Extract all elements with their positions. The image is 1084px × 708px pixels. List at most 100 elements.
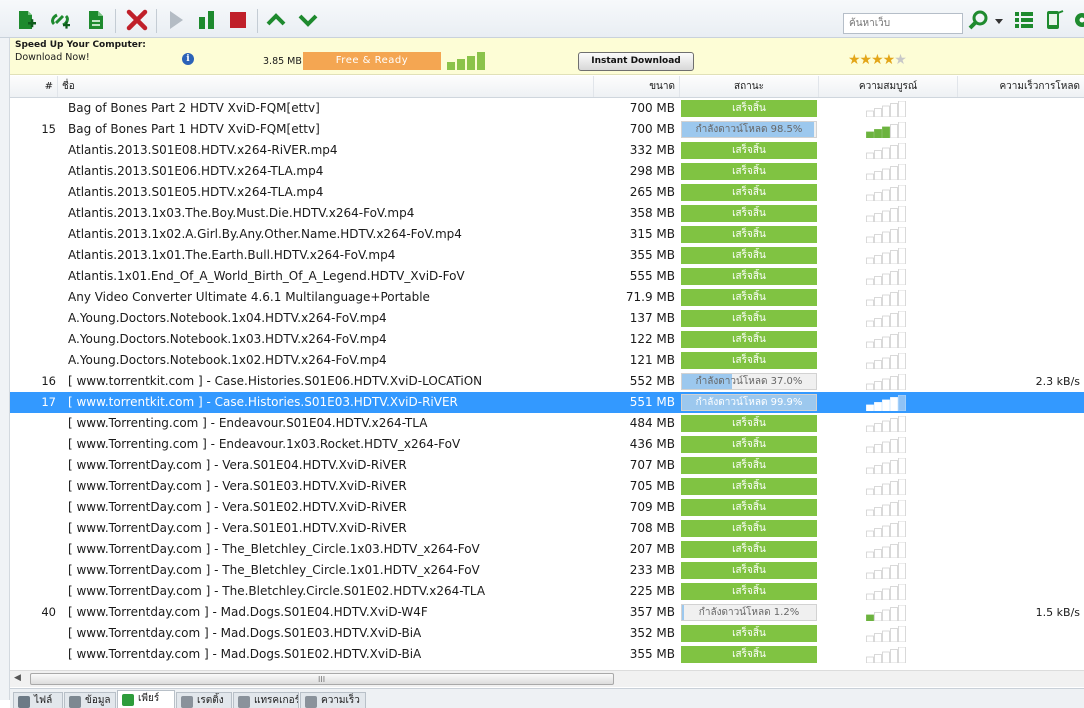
torrent-row[interactable]: [ www.TorrentDay.com ] - The_Bletchley_C…	[10, 560, 1084, 581]
instant-download-button[interactable]: Instant Download	[578, 52, 694, 71]
torrent-row[interactable]: A.Young.Doctors.Notebook.1x03.HDTV.x264-…	[10, 329, 1084, 350]
torrent-name: Atlantis.2013.1x01.The.Earth.Bull.HDTV.x…	[68, 248, 396, 262]
torrent-row[interactable]: [ www.Torrentday.com ] - Mad.Dogs.S01E02…	[10, 644, 1084, 665]
scroll-left-arrow-icon[interactable]: ◀	[14, 673, 21, 683]
stop-button[interactable]	[227, 9, 249, 31]
availability-bar	[898, 416, 906, 432]
ad-banner[interactable]: Speed Up Your Computer: Download Now! i …	[10, 38, 1084, 75]
tab-trackers[interactable]: แทรคเกอร์	[233, 692, 299, 708]
availability-bars-icon	[866, 332, 906, 348]
scrollbar-thumb[interactable]: III	[30, 673, 614, 685]
torrent-row[interactable]: A.Young.Doctors.Notebook.1x04.HDTV.x264-…	[10, 308, 1084, 329]
start-button[interactable]	[165, 9, 187, 31]
status-text: เสร็จสิ้น	[732, 355, 766, 366]
torrent-row[interactable]: Atlantis.2013.S01E08.HDTV.x264-RiVER.mp4…	[10, 140, 1084, 161]
pause-button[interactable]	[196, 9, 218, 31]
availability-bars-icon	[866, 395, 906, 411]
availability-bar	[882, 105, 890, 117]
torrent-name: Bag of Bones Part 2 HDTV XviD-FQM[ettv]	[68, 101, 320, 115]
move-up-button[interactable]	[265, 9, 287, 31]
availability-bar	[874, 633, 882, 642]
availability-bars-icon	[866, 416, 906, 432]
torrent-row[interactable]: 17 [ www.torrentkit.com ] - Case.Historie…	[10, 392, 1084, 413]
progress-bar: เสร็จสิ้น	[681, 499, 817, 516]
status-text: เสร็จสิ้น	[732, 502, 766, 513]
create-torrent-button[interactable]	[85, 9, 107, 31]
status-cell: เสร็จสิ้น	[681, 646, 817, 663]
torrent-row[interactable]: Bag of Bones Part 2 HDTV XviD-FQM[ettv] 7…	[10, 98, 1084, 119]
tab-speed[interactable]: ความเร็ว	[300, 692, 366, 708]
availability-bar	[874, 612, 882, 621]
column-header-size[interactable]: ขนาด	[594, 76, 680, 97]
torrent-row[interactable]: 15 Bag of Bones Part 1 HDTV XviD-FQM[ettv…	[10, 119, 1084, 140]
availability-bar	[866, 509, 874, 516]
torrent-row[interactable]: 40 [ www.Torrentday.com ] - Mad.Dogs.S01E…	[10, 602, 1084, 623]
availability-bar	[866, 152, 874, 159]
remove-button[interactable]	[126, 9, 148, 31]
availability-bar	[898, 374, 906, 390]
torrent-size: 332 MB	[629, 143, 675, 157]
availability-bar	[874, 339, 882, 348]
torrent-row[interactable]: [ www.Torrenting.com ] - Endeavour.1x03.…	[10, 434, 1084, 455]
torrent-row[interactable]: Atlantis.2013.S01E05.HDTV.x264-TLA.mp4 26…	[10, 182, 1084, 203]
availability-bars-icon	[866, 290, 906, 306]
column-header-download-speed[interactable]: ความเร็วการโหลด	[958, 76, 1084, 97]
availability-bars-icon	[866, 206, 906, 222]
availability-bar	[882, 210, 890, 222]
torrent-row[interactable]: [ www.TorrentDay.com ] - Vera.S01E01.HDT…	[10, 518, 1084, 539]
column-header-status[interactable]: สถานะ	[680, 76, 819, 97]
torrent-row[interactable]: A.Young.Doctors.Notebook.1x02.HDTV.x264-…	[10, 350, 1084, 371]
torrent-row[interactable]: Atlantis.2013.1x02.A.Girl.By.Any.Other.N…	[10, 224, 1084, 245]
availability-bars-icon	[866, 248, 906, 264]
stop-icon	[230, 12, 246, 28]
torrent-row[interactable]: [ www.TorrentDay.com ] - Vera.S01E04.HDT…	[10, 455, 1084, 476]
ad-size: 3.85 MB	[263, 56, 302, 67]
torrent-row[interactable]: [ www.TorrentDay.com ] - The.Bletchley.C…	[10, 581, 1084, 602]
horizontal-scrollbar[interactable]: ◀ III	[10, 670, 1084, 687]
add-torrent-button[interactable]	[15, 9, 37, 31]
torrent-row[interactable]: [ www.TorrentDay.com ] - The_Bletchley_C…	[10, 539, 1084, 560]
torrent-name: Atlantis.2013.1x02.A.Girl.By.Any.Other.N…	[68, 227, 462, 241]
settings-button[interactable]	[1071, 9, 1084, 31]
torrent-row[interactable]: [ www.TorrentDay.com ] - Vera.S01E02.HDT…	[10, 497, 1084, 518]
progress-bar: เสร็จสิ้น	[681, 184, 817, 201]
torrent-row[interactable]: Atlantis.2013.1x01.The.Earth.Bull.HDTV.x…	[10, 245, 1084, 266]
torrent-size: 700 MB	[629, 101, 675, 115]
list-view-button[interactable]	[1013, 9, 1035, 31]
remote-button[interactable]	[1043, 9, 1065, 31]
search-button[interactable]	[968, 9, 990, 31]
tab-file[interactable]: ไฟล์	[13, 692, 63, 708]
torrent-row[interactable]: [ www.Torrenting.com ] - Endeavour.S01E0…	[10, 413, 1084, 434]
torrent-row[interactable]: Atlantis.2013.S01E06.HDTV.x264-TLA.mp4 29…	[10, 161, 1084, 182]
torrent-row[interactable]: 16 [ www.torrentkit.com ] - Case.Historie…	[10, 371, 1084, 392]
add-torrent-from-url-button[interactable]	[49, 9, 71, 31]
status-cell: กำลังดาวน์โหลด 99.9%	[681, 394, 817, 411]
search-input[interactable]	[843, 13, 963, 34]
torrent-row[interactable]: [ www.Torrentday.com ] - Mad.Dogs.S01E03…	[10, 623, 1084, 644]
availability-bar	[866, 530, 874, 537]
tab-info[interactable]: ข้อมูล	[64, 692, 116, 708]
add-torrent-icon	[19, 11, 36, 29]
availability-bar	[890, 124, 898, 138]
link-icon	[51, 13, 70, 29]
availability-bars-icon	[866, 122, 906, 138]
tab-ratings[interactable]: เรตติ้ง	[176, 692, 232, 708]
info-icon[interactable]: i	[182, 53, 194, 65]
progress-bar: เสร็จสิ้น	[681, 436, 817, 453]
move-down-button[interactable]	[297, 9, 319, 31]
column-header-availability[interactable]: ความสมบูรณ์	[819, 76, 958, 97]
torrent-row[interactable]: Atlantis.1x01.End_Of_A_World_Birth_Of_A_…	[10, 266, 1084, 287]
status-text: เสร็จสิ้น	[732, 460, 766, 471]
torrent-row[interactable]: [ www.TorrentDay.com ] - Vera.S01E03.HDT…	[10, 476, 1084, 497]
search-provider-dropdown[interactable]	[994, 9, 1004, 31]
utorrent-window: Speed Up Your Computer: Download Now! i …	[0, 0, 1084, 708]
torrent-row[interactable]: Atlantis.2013.1x03.The.Boy.Must.Die.HDTV…	[10, 203, 1084, 224]
toolbar-separator	[257, 9, 258, 33]
torrent-name: [ www.TorrentDay.com ] - Vera.S01E03.HDT…	[68, 479, 407, 493]
status-cell: เสร็จสิ้น	[681, 100, 817, 117]
column-header-number[interactable]: #	[10, 76, 58, 97]
column-header-name[interactable]: ชื่อ	[58, 76, 594, 97]
availability-bars-icon	[866, 563, 906, 579]
torrent-row[interactable]: Any Video Converter Ultimate 4.6.1 Multi…	[10, 287, 1084, 308]
tab-peers[interactable]: เพียร์	[117, 690, 175, 708]
